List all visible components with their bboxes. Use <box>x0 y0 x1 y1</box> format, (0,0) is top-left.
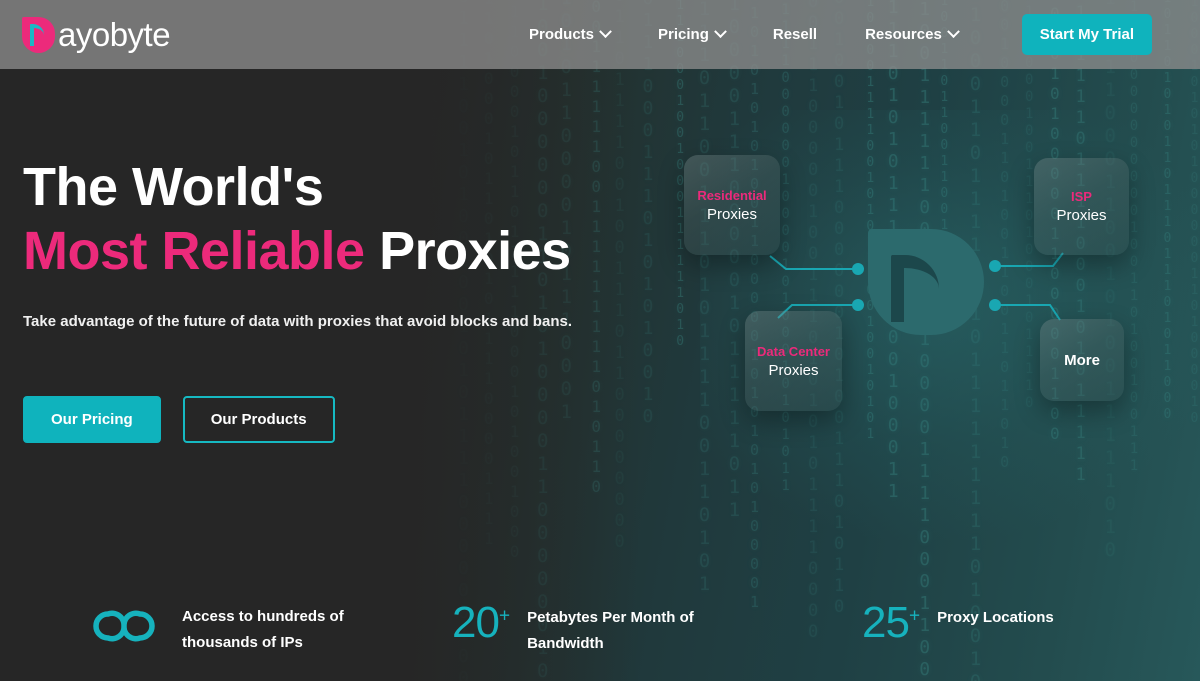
card-title: ISP <box>1071 189 1092 204</box>
stat-label: Petabytes Per Month of Bandwidth <box>527 609 694 652</box>
nav-item-resell[interactable]: Resell <box>773 26 817 43</box>
ayobyte-leaf-logo-icon <box>22 15 55 55</box>
headline-line-1: The World's <box>23 157 324 217</box>
stat-label: Access to hundreds of thousands of IPs <box>182 608 344 651</box>
stat-number: 25 <box>862 598 910 647</box>
stat-suffix: + <box>498 605 510 627</box>
brand-logo[interactable]: ayobyte <box>22 15 171 55</box>
card-subtitle: Proxies <box>1056 207 1107 224</box>
site-header: ayobyte Products Pricing Resell Resource… <box>0 0 1200 69</box>
card-residential-proxies[interactable]: Residential Proxies <box>684 155 780 255</box>
hero-cta-row: Our Pricing Our Products <box>23 396 583 443</box>
hero-copy: The World's Most Reliable Proxies Take a… <box>23 155 583 443</box>
stat-locations: 25+ Proxy Locations <box>862 601 1054 645</box>
infinity-icon <box>93 610 155 642</box>
main-navigation: Products Pricing Resell Resources <box>505 25 982 43</box>
nav-item-resources[interactable]: Resources <box>865 25 960 43</box>
stat-label: Proxy Locations <box>937 609 1054 626</box>
card-data-center-proxies[interactable]: Data Center Proxies <box>745 311 842 411</box>
card-more[interactable]: More <box>1040 319 1124 401</box>
hero-subtext: Take advantage of the future of data wit… <box>23 313 572 330</box>
nav-label: Resources <box>865 26 942 43</box>
nav-label: Pricing <box>658 26 709 43</box>
stat-value: 25+ <box>862 598 920 647</box>
stat-value: 20+ <box>452 598 510 647</box>
connector-dot-isp <box>989 260 1001 272</box>
nav-item-products[interactable]: Products <box>529 25 612 43</box>
chevron-down-icon <box>946 25 960 39</box>
connector-dot-datacenter <box>852 299 864 311</box>
stat-number: 20 <box>452 598 500 647</box>
chevron-down-icon <box>599 25 612 39</box>
headline-highlight: Most Reliable <box>23 221 365 281</box>
chevron-down-icon <box>714 25 727 39</box>
stats-bar: Access to hundreds of thousands of IPs 2… <box>0 590 1200 681</box>
card-title: Data Center <box>757 343 830 359</box>
headline-rest: Proxies <box>364 221 571 281</box>
card-subtitle: Proxies <box>706 205 758 223</box>
connector-dot-residential <box>852 263 864 275</box>
nav-label: Resell <box>772 26 818 43</box>
stat-suffix: + <box>908 605 920 627</box>
card-isp-proxies[interactable]: ISP Proxies <box>1034 158 1129 255</box>
page-title: The World's Most Reliable Proxies <box>23 155 583 283</box>
start-my-trial-button[interactable]: Start My Trial <box>1021 14 1152 55</box>
our-pricing-button[interactable]: Our Pricing <box>23 396 161 443</box>
card-title: More <box>1064 351 1100 369</box>
stat-ip-count: Access to hundreds of thousands of IPs <box>88 606 372 656</box>
connector-dot-more <box>989 299 1001 311</box>
our-products-button[interactable]: Our Products <box>182 396 335 443</box>
ayobyte-leaf-logo-large-icon <box>868 229 984 335</box>
nav-label: Products <box>529 26 595 43</box>
brand-wordmark: ayobyte <box>58 15 171 53</box>
nav-item-pricing[interactable]: Pricing <box>658 25 727 43</box>
card-title: Residential <box>697 187 767 203</box>
wire-more <box>999 304 1061 321</box>
wire-residential <box>769 255 853 270</box>
stat-bandwidth: 20+ Petabytes Per Month of Bandwidth <box>452 601 717 657</box>
card-subtitle: Proxies <box>768 361 819 379</box>
